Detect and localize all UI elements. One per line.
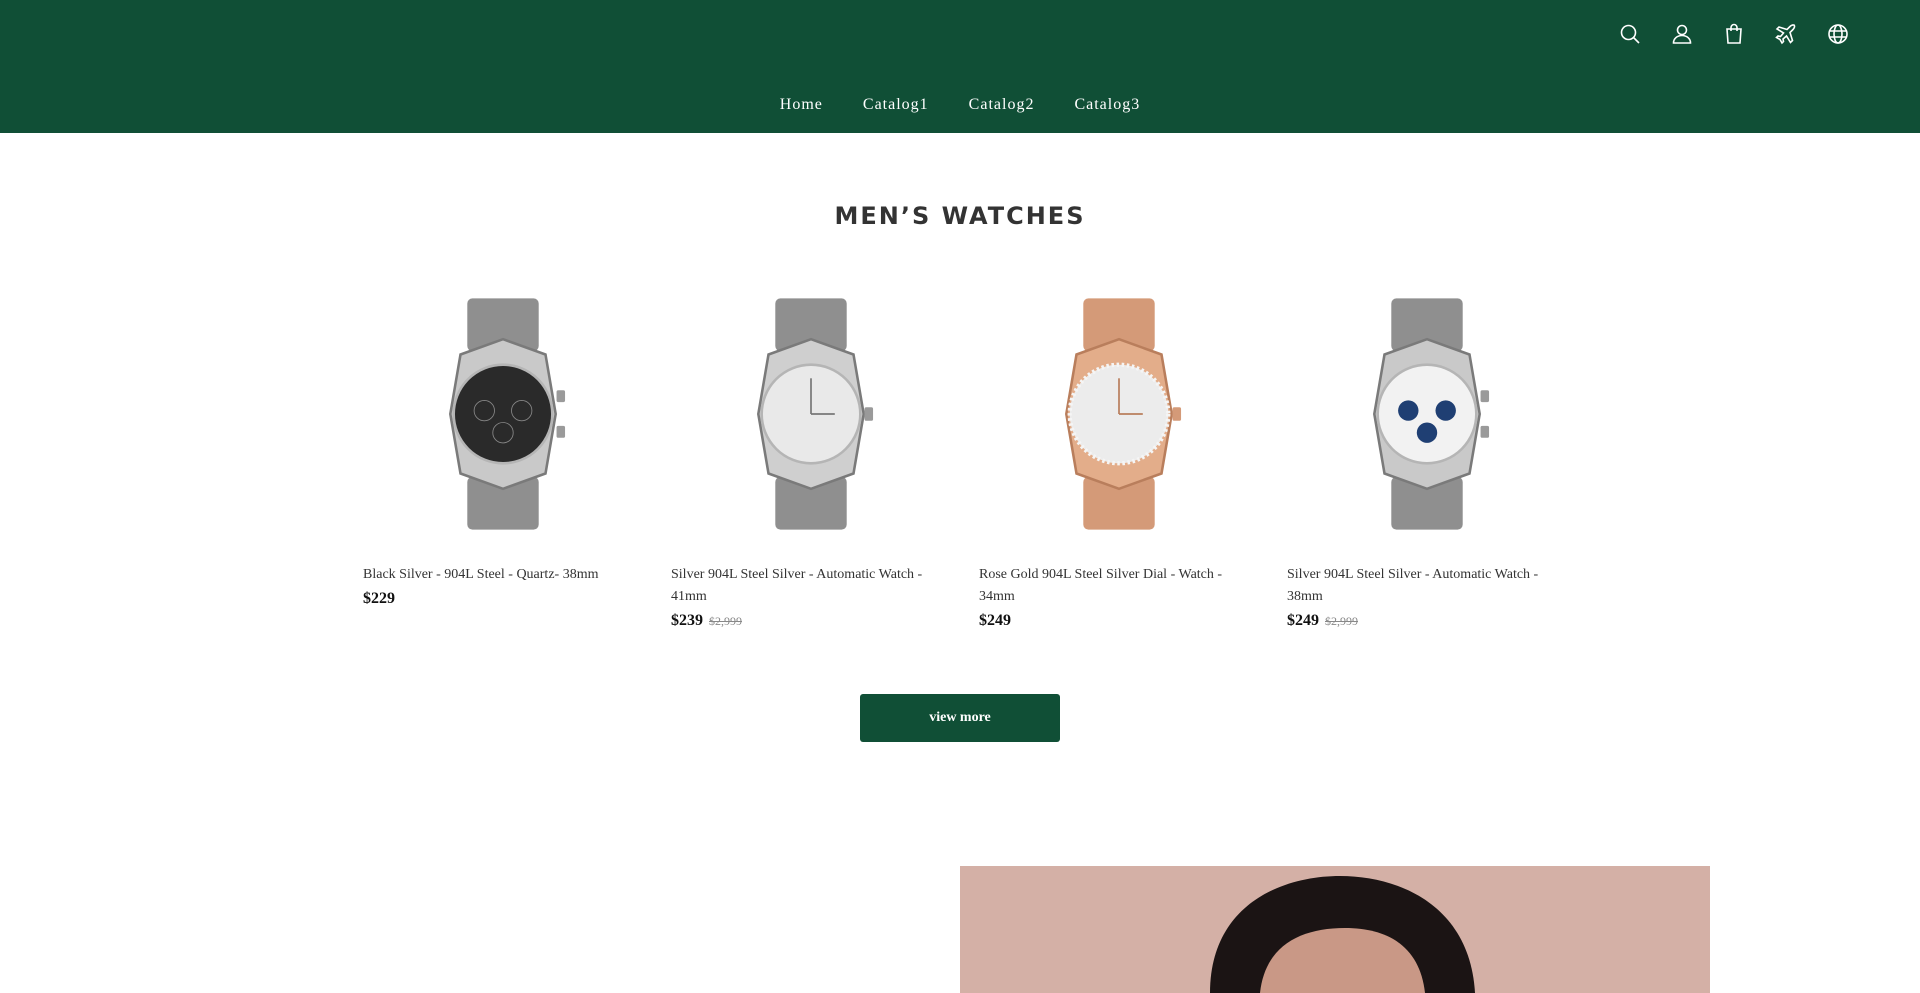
product-price: $239 <box>671 612 703 629</box>
price-row: $229 <box>363 590 643 608</box>
product-price: $249 <box>979 612 1011 629</box>
price-row: $249 <box>979 612 1259 630</box>
product-title[interactable]: Rose Gold 904L Steel Silver Dial - Watch… <box>979 564 1259 608</box>
product-card[interactable]: Black Silver - 904L Steel - Quartz- 38mm… <box>363 274 643 630</box>
compare-price: $2,999 <box>709 614 742 628</box>
product-card[interactable]: Silver 904L Steel Silver - Automatic Wat… <box>671 274 951 630</box>
product-image[interactable] <box>671 274 951 554</box>
section-title: MEN’S WATCHES <box>834 202 1086 230</box>
price-row: $239 $2,999 <box>671 612 951 630</box>
product-title[interactable]: Silver 904L Steel Silver - Automatic Wat… <box>671 564 951 608</box>
plane-icon[interactable] <box>1772 18 1800 50</box>
nav-home[interactable]: Home <box>780 96 823 114</box>
product-image[interactable] <box>363 274 643 554</box>
cart-icon[interactable] <box>1720 18 1748 50</box>
product-price: $229 <box>363 590 395 607</box>
promo-image <box>960 866 1710 993</box>
product-image[interactable] <box>979 274 1259 554</box>
header-icons <box>1616 18 1852 50</box>
price-row: $249 $2,999 <box>1287 612 1567 630</box>
nav-catalog2[interactable]: Catalog2 <box>969 96 1035 114</box>
product-title[interactable]: Black Silver - 904L Steel - Quartz- 38mm <box>363 564 643 586</box>
product-image[interactable] <box>1287 274 1567 554</box>
compare-price: $2,999 <box>1325 614 1358 628</box>
product-card[interactable]: Silver 904L Steel Silver - Automatic Wat… <box>1287 274 1567 630</box>
account-icon[interactable] <box>1668 18 1696 50</box>
site-header: Home Catalog1 Catalog2 Catalog3 <box>0 0 1920 133</box>
product-price: $249 <box>1287 612 1319 629</box>
nav-catalog3[interactable]: Catalog3 <box>1074 96 1140 114</box>
main-nav: Home Catalog1 Catalog2 Catalog3 <box>0 96 1920 114</box>
search-icon[interactable] <box>1616 18 1644 50</box>
view-more-button[interactable]: view more <box>860 694 1060 742</box>
globe-icon[interactable] <box>1824 18 1852 50</box>
product-title[interactable]: Silver 904L Steel Silver - Automatic Wat… <box>1287 564 1567 608</box>
product-grid: Black Silver - 904L Steel - Quartz- 38mm… <box>363 274 1567 630</box>
product-card[interactable]: Rose Gold 904L Steel Silver Dial - Watch… <box>979 274 1259 630</box>
nav-catalog1[interactable]: Catalog1 <box>863 96 929 114</box>
